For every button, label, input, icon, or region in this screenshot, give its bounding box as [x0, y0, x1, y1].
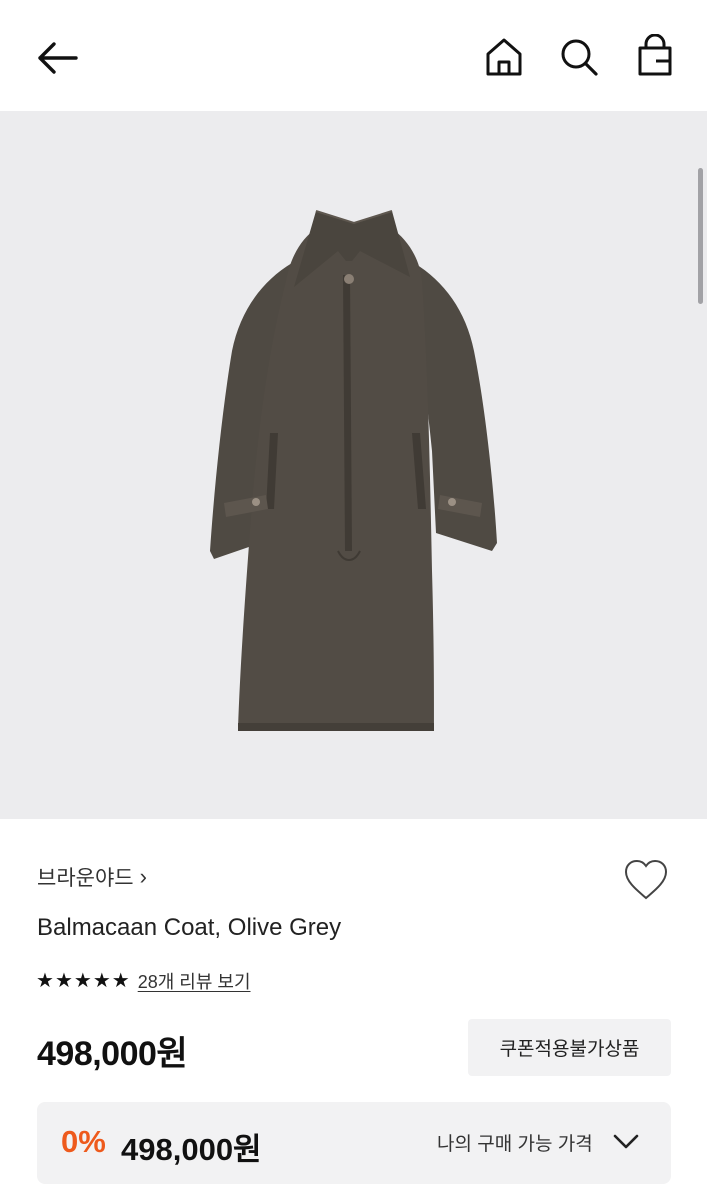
search-icon — [561, 39, 598, 76]
product-image[interactable] — [0, 111, 707, 819]
product-price: 498,000원 — [37, 1035, 188, 1073]
coat-photo — [210, 210, 497, 731]
chevron-down-icon — [613, 1134, 639, 1149]
brand-name: 브라운야드 — [37, 867, 134, 890]
back-button[interactable] — [34, 38, 82, 78]
search-button[interactable] — [558, 36, 600, 78]
rating-stars: ★ ★ ★ ★ ★ — [36, 971, 130, 991]
rating-row: ★ ★ ★ ★ ★ 28개 리뷰 보기 — [36, 966, 251, 996]
coupon-badge: 쿠폰적용불가상품 — [468, 1019, 671, 1076]
cart-button[interactable] — [634, 33, 676, 78]
star-icon: ★ — [54, 970, 73, 992]
home-icon — [486, 38, 522, 76]
star-icon: ★ — [111, 970, 130, 992]
my-price-label: 나의 구매 가능 가격 — [437, 1134, 593, 1155]
home-button[interactable] — [484, 36, 524, 78]
heart-outline-icon — [624, 859, 668, 900]
discount-percent: 0% — [61, 1124, 106, 1159]
star-icon: ★ — [36, 970, 54, 992]
star-icon: ★ — [73, 970, 92, 992]
wishlist-button[interactable] — [620, 856, 672, 904]
product-title: Balmacaan Coat, Olive Grey — [37, 914, 342, 941]
top-bar — [0, 0, 707, 111]
star-icon: ★ — [92, 970, 111, 992]
image-scrollbar[interactable] — [698, 168, 703, 304]
arrow-left-icon — [38, 42, 78, 74]
brand-link[interactable]: 브라운야드 › — [37, 862, 147, 892]
my-price-panel[interactable]: 0% 498,000원 나의 구매 가능 가격 — [37, 1102, 671, 1184]
chevron-right-icon: › — [139, 864, 147, 889]
review-link[interactable]: 28개 리뷰 보기 — [138, 968, 251, 994]
my-price-value: 498,000원 — [121, 1132, 262, 1167]
shopping-bag-icon — [638, 33, 672, 76]
